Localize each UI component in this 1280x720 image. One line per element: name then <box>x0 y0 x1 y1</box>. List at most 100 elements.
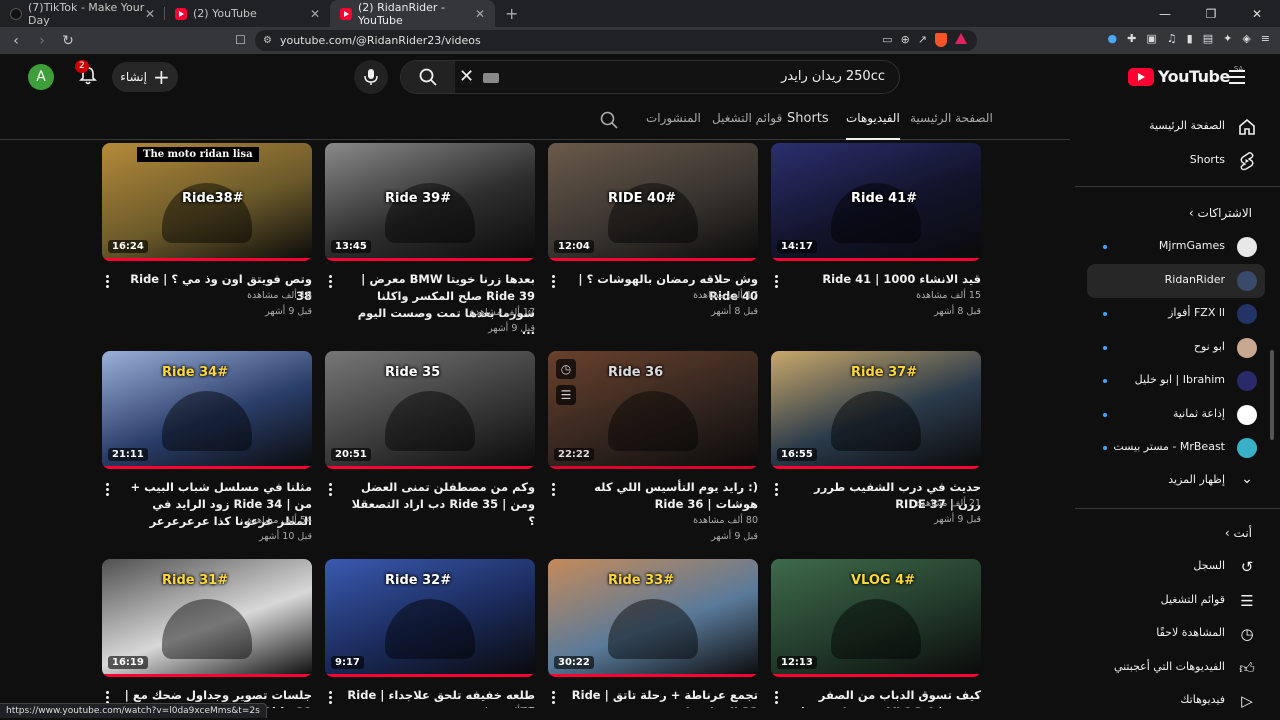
clear-search-icon[interactable]: ✕ <box>459 66 474 87</box>
extensions-puzzle-icon[interactable]: ✚ <box>1127 32 1136 45</box>
wallet-icon[interactable]: ▤ <box>1203 32 1213 45</box>
address-bar[interactable]: ⚙ youtube.com/@RidanRider23/videos ▭ ⊕ ↗ <box>255 30 977 51</box>
more-actions-icon[interactable] <box>552 691 555 706</box>
maximize-icon[interactable]: ❐ <box>1188 0 1234 27</box>
video-thumbnail[interactable]: VLOG 4# 12:13 <box>771 559 981 677</box>
video-title[interactable]: كيف تسوق الدباب من الصفر خمسه | VLOG 4 خ… <box>791 687 981 708</box>
back-icon[interactable]: ‹ <box>6 33 26 49</box>
close-tab-icon[interactable]: ✕ <box>475 7 485 21</box>
sidebar-subscription[interactable]: MrBeast - مستر بيست <box>1087 431 1265 465</box>
search-bar[interactable]: ✕ 250cc ريدان رايدر <box>400 60 900 94</box>
sidebar-item-you[interactable]: 👍︎ الفيديوهات التي أعجبتني <box>1087 651 1265 685</box>
more-actions-icon[interactable] <box>775 691 778 706</box>
browser-tab-youtube[interactable]: (2) YouTube ✕ <box>165 0 330 27</box>
video-card[interactable]: Ride 32# 9:17 طلعه خفيفه تلحق علاجداء | Ri… <box>325 559 535 708</box>
video-thumbnail[interactable]: Ride 39# 13:45 <box>325 143 535 261</box>
tab-posts[interactable]: المنشورات <box>646 111 701 125</box>
video-card[interactable]: Ride 33# 30:22 تجمع عرناطة + رحلة تاتق | R… <box>548 559 758 708</box>
video-thumbnail[interactable]: Ride 31# 16:19 <box>102 559 312 677</box>
youtube-logo[interactable]: YouTube SA <box>1128 65 1243 86</box>
video-card[interactable]: Ride 31# 16:19 جلسات تصوير وجداول ضحك مع |… <box>102 559 312 708</box>
more-actions-icon[interactable] <box>106 483 109 498</box>
translate-icon[interactable]: ▣ <box>1146 32 1156 45</box>
bookmark-icon[interactable]: ☐ <box>235 33 246 47</box>
brave-rewards-icon[interactable] <box>955 33 967 44</box>
window-close-icon[interactable]: ✕ <box>1234 0 1280 27</box>
close-tab-icon[interactable]: ✕ <box>310 7 320 21</box>
video-title[interactable]: قيد الانشاء 1000 | Ride 41 <box>791 271 981 288</box>
video-title[interactable]: طلعه خفيفه تلحق علاجداء | Ride 32 <box>345 687 535 708</box>
search-button[interactable] <box>401 61 455 93</box>
video-thumbnail[interactable]: Ride 36 ◷ ☰ 22:22 <box>548 351 758 469</box>
keyboard-icon[interactable] <box>483 73 499 83</box>
sidebar-item-you[interactable]: ◷ المشاهدة لاحقًا <box>1087 617 1265 651</box>
browser-tab-ridanrider[interactable]: (2) RidanRider - YouTube ✕ <box>330 0 495 27</box>
cast-icon[interactable]: ▭ <box>882 33 892 47</box>
sidebar-subscription[interactable]: إذاعة ثمانية <box>1087 398 1265 432</box>
notifications-bell-icon[interactable]: 2 <box>75 60 98 86</box>
channel-search-icon[interactable] <box>600 111 618 133</box>
brave-shield-icon[interactable] <box>935 33 947 47</box>
sidebar-item-you[interactable]: ▷ فيديوهاتك <box>1087 684 1265 718</box>
more-actions-icon[interactable] <box>329 275 332 290</box>
video-title[interactable]: (: رايد يوم التأسيس اللي كله هوشات | Rid… <box>568 479 758 513</box>
video-card[interactable]: Ride 37# 16:55 حديث في درب الشفيب طررر ررن… <box>771 351 981 525</box>
media-icon[interactable]: ♫ <box>1167 32 1177 45</box>
video-title[interactable]: تجمع عرناطة + رحلة تاتق | Ride 33 البو ل… <box>568 687 758 708</box>
video-thumbnail[interactable]: Ride 34# 21:11 <box>102 351 312 469</box>
reload-icon[interactable]: ↻ <box>58 33 78 49</box>
more-actions-icon[interactable] <box>775 275 778 290</box>
guide-menu-icon[interactable] <box>1229 70 1245 88</box>
you-heading[interactable]: أنت › <box>1225 526 1252 540</box>
menu-icon[interactable]: ≡ <box>1261 32 1270 45</box>
site-settings-icon[interactable]: ⚙ <box>263 35 272 46</box>
video-thumbnail[interactable]: The moto ridan lisa Ride38# 16:24 <box>102 143 312 261</box>
leo-ai-icon[interactable]: ✦ <box>1223 32 1232 45</box>
search-input[interactable]: 250cc ريدان رايدر <box>781 69 885 84</box>
more-actions-icon[interactable] <box>106 275 109 290</box>
more-actions-icon[interactable] <box>775 483 778 498</box>
sidebar-item-home[interactable]: الصفحة الرئيسية <box>1087 110 1265 144</box>
video-thumbnail[interactable]: Ride 32# 9:17 <box>325 559 535 677</box>
sidebar-subscription[interactable]: Ibrahim | ابو خليل <box>1087 364 1265 398</box>
video-title[interactable]: وكم من مصطفلن تمنى العضل ومن | Ride 35 د… <box>345 479 535 530</box>
sidebar-item-shorts[interactable]: Shorts <box>1087 144 1265 178</box>
video-thumbnail[interactable]: RIDE 40# 12:04 <box>548 143 758 261</box>
close-tab-icon[interactable]: ✕ <box>145 7 155 21</box>
sidebar-item-you[interactable]: ☰ قوائم التشغيل <box>1087 584 1265 618</box>
scrollbar-thumb[interactable] <box>1270 350 1274 440</box>
more-actions-icon[interactable] <box>329 691 332 706</box>
sidebar-toggle-icon[interactable]: ▮ <box>1187 32 1193 45</box>
share-icon[interactable]: ↗ <box>918 33 927 47</box>
sidebar-subscription[interactable]: FZX ll أفواز <box>1087 297 1265 331</box>
video-card[interactable]: Ride 35 20:51 وكم من مصطفلن تمنى العضل ومن… <box>325 351 535 528</box>
tab-videos[interactable]: الفيديوهات <box>846 111 900 140</box>
video-card[interactable]: VLOG 4# 12:13 كيف تسوق الدباب من الصفر خمس… <box>771 559 981 708</box>
forward-icon[interactable]: › <box>32 33 52 49</box>
sidebar-item-you[interactable]: ↺ السجل <box>1087 550 1265 584</box>
voice-search-mic-icon[interactable] <box>354 60 388 94</box>
more-actions-icon[interactable] <box>552 275 555 290</box>
video-thumbnail[interactable]: Ride 37# 16:55 <box>771 351 981 469</box>
new-tab-icon[interactable]: + <box>495 4 528 27</box>
sidebar-subscription[interactable]: RidanRider <box>1087 263 1265 298</box>
zoom-icon[interactable]: ⊕ <box>901 33 910 47</box>
sidebar-subscription[interactable]: MjrmGames <box>1087 230 1265 264</box>
video-card[interactable]: Ride 41# 14:17 قيد الانشاء 1000 | Ride 41 1… <box>771 143 981 317</box>
tab-home[interactable]: الصفحة الرئيسية <box>910 111 993 125</box>
subscriptions-heading[interactable]: الاشتراكات › <box>1189 206 1252 220</box>
add-to-queue-icon[interactable]: ☰ <box>556 385 576 405</box>
video-card[interactable]: Ride 39# 13:45 بعدها زرنا خويتا BMW معرض |… <box>325 143 535 337</box>
video-thumbnail[interactable]: Ride 41# 14:17 <box>771 143 981 261</box>
tab-shorts[interactable]: Shorts <box>787 111 829 126</box>
video-card[interactable]: RIDE 40# 12:04 وش حلاقه رمضان بالهوشات ؟ |… <box>548 143 758 317</box>
video-card[interactable]: Ride 36 ◷ ☰ 22:22 (: رايد يوم التأسيس اللي ك… <box>548 351 758 542</box>
video-card[interactable]: The moto ridan lisa Ride38# 16:24 وتص فويتق… <box>102 143 312 317</box>
video-thumbnail[interactable]: Ride 35 20:51 <box>325 351 535 469</box>
vpn-icon[interactable]: ◈ <box>1242 32 1250 45</box>
more-actions-icon[interactable] <box>552 483 555 498</box>
browser-tab-tiktok[interactable]: (7)TikTok - Make Your Day ✕ <box>0 0 165 27</box>
sidebar-subscription[interactable]: ابو نوح <box>1087 331 1265 365</box>
create-button[interactable]: إنشاء + <box>112 62 178 92</box>
tab-playlists[interactable]: قوائم التشغيل <box>712 111 782 125</box>
